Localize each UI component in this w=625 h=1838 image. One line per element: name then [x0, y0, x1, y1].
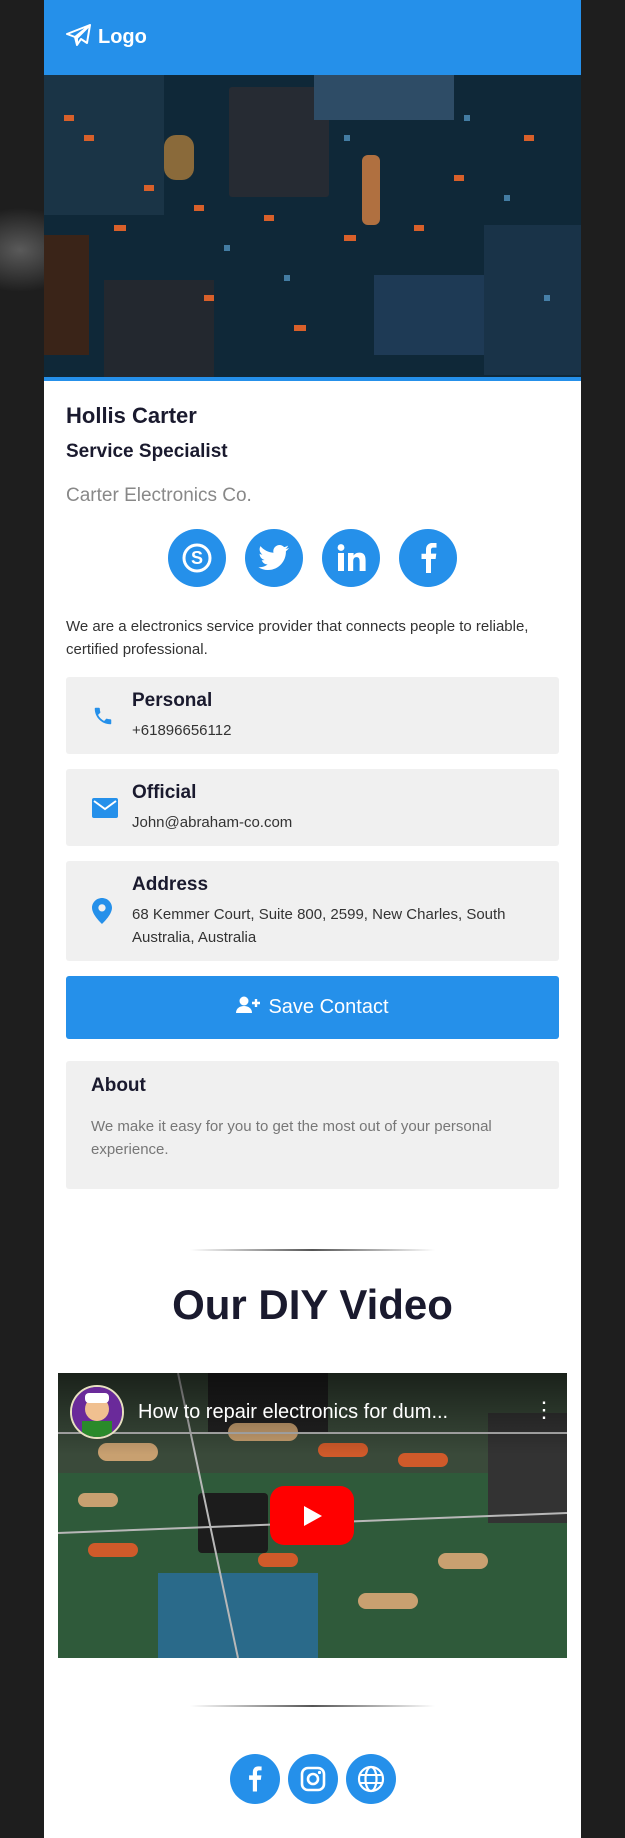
linkedin-icon[interactable]: [322, 529, 380, 587]
save-contact-label: Save Contact: [268, 996, 389, 1018]
company-name: Carter Electronics Co.: [66, 485, 252, 506]
save-contact-button[interactable]: Save Contact: [66, 976, 559, 1039]
facebook-icon[interactable]: [229, 1754, 280, 1804]
contact-address-card[interactable]: Address 68 Kemmer Court, Suite 800, 2599…: [66, 861, 559, 961]
contact-personal-card[interactable]: Personal +61896656112: [66, 677, 559, 754]
street-address[interactable]: 68 Kemmer Court, Suite 800, 2599, New Ch…: [132, 903, 529, 949]
instagram-icon[interactable]: [287, 1754, 338, 1804]
svg-text:S: S: [191, 548, 203, 568]
hero-image: [44, 75, 581, 381]
about-text: We make it easy for you to get the most …: [91, 1118, 492, 1158]
profile-name: Hollis Carter: [66, 403, 197, 428]
video-header: How to repair electronics for dum... ⋮: [58, 1373, 567, 1455]
facebook-icon[interactable]: [399, 529, 457, 587]
social-links: S: [66, 529, 559, 587]
profile-title: Service Specialist: [66, 441, 228, 462]
profile-section: Hollis Carter Service Specialist Carter …: [44, 381, 581, 1189]
section-divider: [190, 1249, 435, 1251]
youtube-play-icon[interactable]: [270, 1486, 354, 1545]
about-title: About: [91, 1075, 146, 1096]
contact-title: Official: [132, 781, 197, 803]
logo-text: Logo: [98, 26, 147, 48]
video-section-heading: Our DIY Video: [172, 1281, 453, 1328]
twitter-icon[interactable]: [245, 529, 303, 587]
channel-avatar[interactable]: [70, 1385, 124, 1439]
logo[interactable]: Logo: [66, 24, 147, 51]
email-address[interactable]: John@abraham-co.com: [132, 811, 292, 834]
phone-number[interactable]: +61896656112: [132, 719, 231, 742]
mail-icon: [92, 797, 132, 818]
more-vertical-icon[interactable]: ⋮: [533, 1385, 555, 1423]
footer-social-links: [44, 1754, 581, 1804]
skype-icon[interactable]: S: [168, 529, 226, 587]
profile-description: We are a electronics service provider th…: [66, 618, 529, 658]
youtube-video-embed[interactable]: How to repair electronics for dum... ⋮: [58, 1373, 567, 1658]
contact-title: Address: [132, 873, 209, 895]
contact-official-card[interactable]: Official John@abraham-co.com: [66, 769, 559, 846]
video-title[interactable]: How to repair electronics for dum...: [138, 1385, 519, 1424]
business-card: Logo Hollis Carter Service Specialist Ca…: [44, 0, 581, 1838]
location-pin-icon: [92, 898, 132, 924]
globe-icon[interactable]: [345, 1754, 396, 1804]
paper-plane-icon: [66, 24, 92, 51]
about-card: About We make it easy for you to get the…: [66, 1061, 559, 1189]
phone-icon: [92, 705, 132, 727]
header-bar: Logo: [44, 0, 581, 75]
contact-title: Personal: [132, 689, 213, 711]
add-user-icon: [236, 996, 261, 1020]
section-divider: [190, 1705, 435, 1707]
